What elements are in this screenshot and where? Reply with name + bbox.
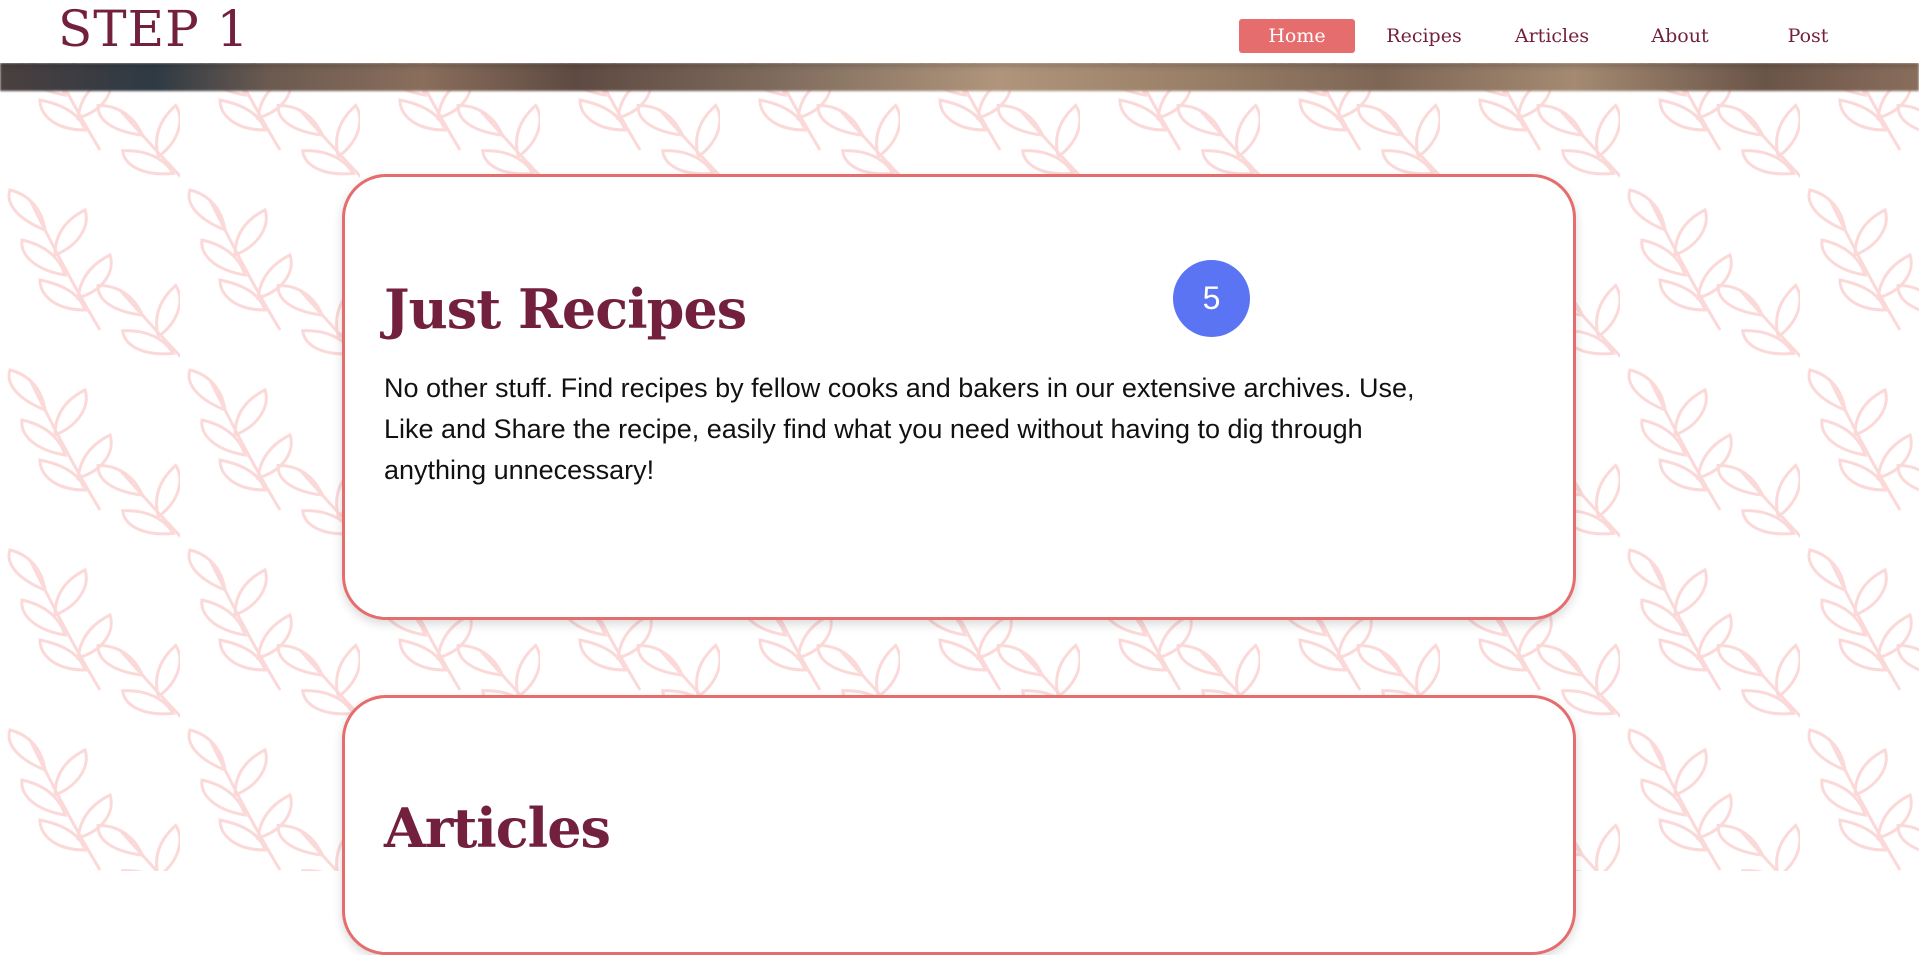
- nav-home[interactable]: Home: [1239, 19, 1355, 53]
- just-recipes-card: Just Recipes 5 No other stuff. Find reci…: [342, 174, 1576, 620]
- just-recipes-title: Just Recipes: [384, 277, 747, 341]
- just-recipes-description: No other stuff. Find recipes by fellow c…: [384, 373, 1415, 485]
- nav-post[interactable]: Post: [1753, 19, 1863, 53]
- site-logo[interactable]: STEP 1: [58, 0, 249, 58]
- articles-title: Articles: [384, 796, 611, 860]
- nav-articles[interactable]: Articles: [1497, 19, 1607, 53]
- site-header: STEP 1 Home Recipes Articles About Post: [0, 0, 1919, 63]
- articles-card: Articles: [342, 695, 1576, 955]
- nav-recipes[interactable]: Recipes: [1369, 19, 1479, 53]
- nav-about[interactable]: About: [1625, 19, 1735, 53]
- notification-badge[interactable]: 5: [1173, 260, 1250, 337]
- hero-image-strip: [0, 63, 1919, 91]
